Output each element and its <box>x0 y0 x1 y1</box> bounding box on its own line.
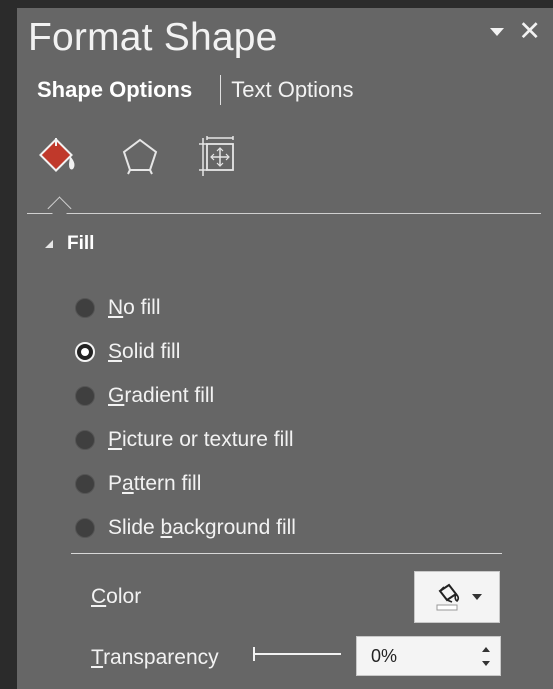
fill-section-header[interactable]: Fill <box>45 233 94 255</box>
fill-option-no-fill[interactable]: No fill <box>75 286 296 330</box>
pane-title-controls: ✕ <box>490 18 541 45</box>
effects-pentagon-icon <box>122 138 158 175</box>
color-label: Color <box>91 585 142 608</box>
radio-label: No fill <box>108 296 161 319</box>
radio-label: Gradient fill <box>108 384 215 407</box>
close-icon[interactable]: ✕ <box>518 18 541 45</box>
fill-section-title: Fill <box>67 233 95 254</box>
tab-separator <box>220 75 222 105</box>
effects-tab[interactable] <box>117 133 163 179</box>
radio-label: Slide background fill <box>108 516 296 539</box>
radio-button[interactable] <box>75 386 95 406</box>
collapse-triangle-icon <box>45 240 53 248</box>
format-shape-pane: Format Shape ✕ Shape Options Text Option… <box>17 8 553 689</box>
tab-text-options[interactable]: Text Options <box>231 77 353 103</box>
radio-button[interactable] <box>75 474 95 494</box>
radio-button[interactable] <box>75 518 95 538</box>
transparency-slider[interactable] <box>253 647 341 661</box>
radio-dot <box>81 348 89 356</box>
pane-title: Format Shape <box>28 16 278 59</box>
radio-button[interactable] <box>75 298 95 318</box>
transparency-label: Transparency <box>91 646 219 669</box>
fill-options-list: No fill Solid fill Gradient fill Picture or… <box>75 286 296 550</box>
fill-option-picture-or-texture-fill[interactable]: Picture or texture fill <box>75 418 296 462</box>
size-properties-icon <box>199 136 234 176</box>
radio-button[interactable] <box>75 430 95 450</box>
active-tab-pointer <box>47 196 72 221</box>
spin-down-icon[interactable] <box>482 661 490 666</box>
fill-color-button[interactable] <box>414 571 500 623</box>
radio-button[interactable] <box>75 342 95 362</box>
tab-divider <box>27 213 541 214</box>
radio-label: Pattern fill <box>108 472 202 495</box>
transparency-value[interactable]: 0% <box>371 646 397 667</box>
chevron-down-icon[interactable] <box>490 28 505 36</box>
fill-option-gradient-fill[interactable]: Gradient fill <box>75 374 296 418</box>
section-divider <box>71 553 502 554</box>
size-properties-tab[interactable] <box>195 133 241 179</box>
options-tab-bar: Shape Options Text Options <box>37 75 354 105</box>
fill-option-slide-background-fill[interactable]: Slide background fill <box>75 506 296 550</box>
spin-up-icon[interactable] <box>482 647 490 652</box>
radio-label: Picture or texture fill <box>108 428 294 451</box>
transparency-spinbox[interactable]: 0% <box>356 636 501 676</box>
slider-thumb[interactable] <box>253 647 255 661</box>
paint-bucket-icon <box>436 583 460 611</box>
fill-option-pattern-fill[interactable]: Pattern fill <box>75 462 296 506</box>
radio-label: Solid fill <box>108 340 181 363</box>
color-dropdown-arrow-icon <box>472 594 482 600</box>
fill-line-tab[interactable] <box>39 133 85 179</box>
tab-shape-options[interactable]: Shape Options <box>37 77 192 103</box>
fill-line-icon <box>39 138 75 172</box>
slider-track <box>255 653 341 655</box>
icon-tab-bar <box>39 133 241 179</box>
fill-option-solid-fill[interactable]: Solid fill <box>75 330 296 374</box>
